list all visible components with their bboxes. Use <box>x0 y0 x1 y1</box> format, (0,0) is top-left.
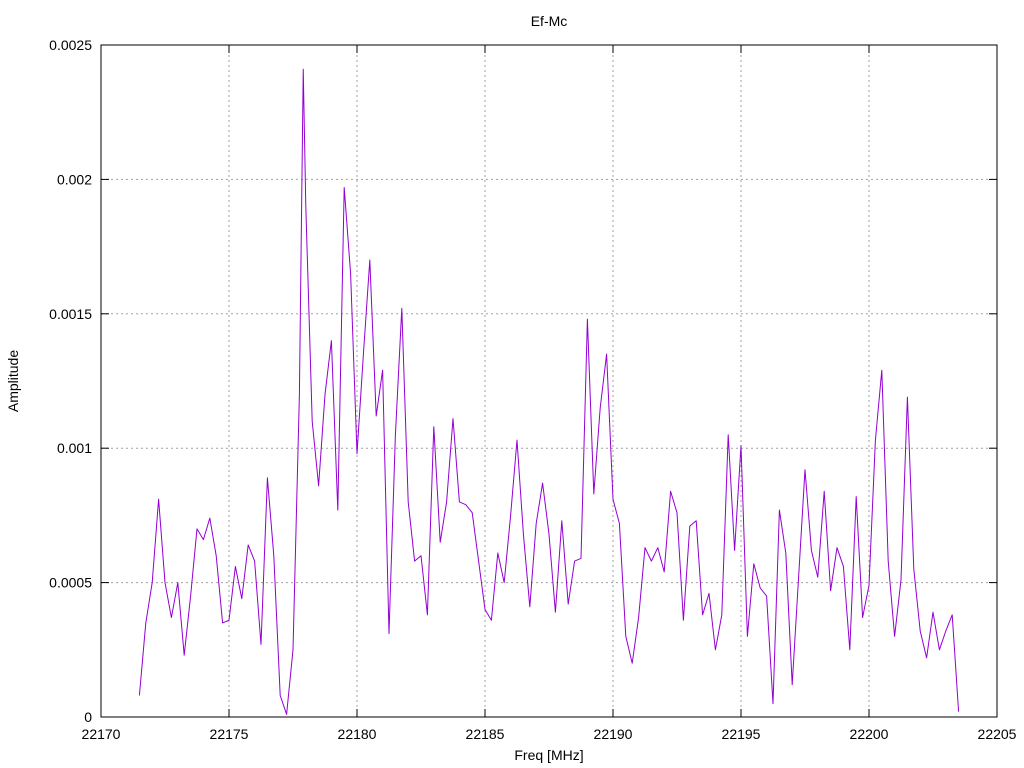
y-tick-labels: 0 0.0005 0.001 0.0015 0.002 0.0025 <box>49 37 92 725</box>
y-tick-label: 0.0005 <box>49 575 92 591</box>
x-tick-label: 22170 <box>82 726 121 742</box>
x-tick-label: 22180 <box>338 726 377 742</box>
x-tick-label: 22205 <box>978 726 1017 742</box>
chart-title: Ef-Mc <box>531 13 568 29</box>
y-axis-label: Amplitude <box>5 350 21 412</box>
series-layer <box>138 68 960 715</box>
y-tick-label: 0.0025 <box>49 37 92 53</box>
y-tick-label: 0.0015 <box>49 306 92 322</box>
x-tick-labels: 22170 22175 22180 22185 22190 22195 22200 22205 <box>82 726 1017 742</box>
series-line-0 <box>138 68 960 715</box>
line-chart: 22170 22175 22180 22185 22190 22195 22200 22205… <box>5 13 1017 763</box>
y-tick-label: 0.002 <box>57 171 92 187</box>
x-tick-label: 22185 <box>466 726 505 742</box>
x-tick-label: 22190 <box>594 726 633 742</box>
y-tick-label: 0 <box>84 709 92 725</box>
x-tick-label: 22195 <box>722 726 761 742</box>
x-tick-label: 22175 <box>210 726 249 742</box>
x-tick-label: 22200 <box>850 726 889 742</box>
x-axis-label: Freq [MHz] <box>514 747 583 763</box>
y-tick-label: 0.001 <box>57 440 92 456</box>
